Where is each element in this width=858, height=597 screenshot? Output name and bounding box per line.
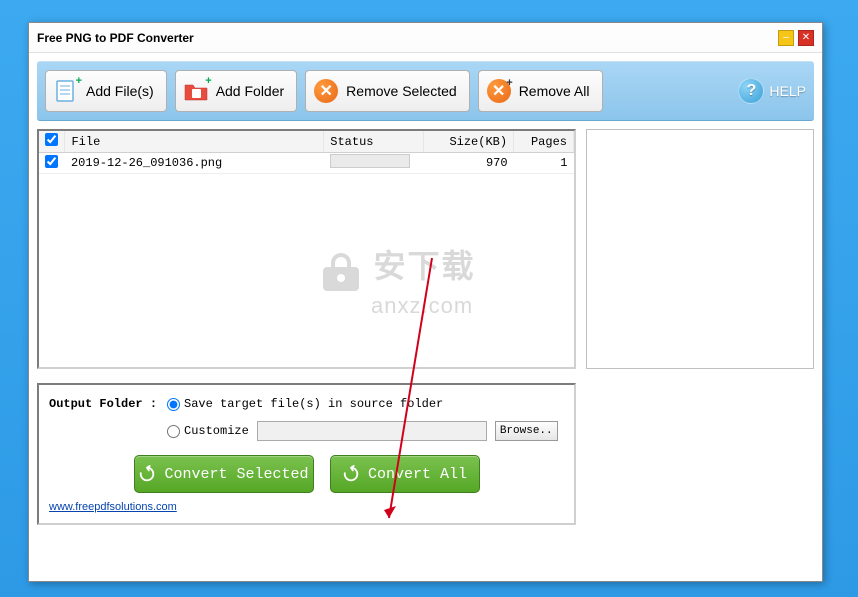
remove-all-icon: ✕+ [485, 77, 513, 105]
browse-button[interactable]: Browse.. [495, 421, 558, 441]
app-window: Free PNG to PDF Converter – ✕ + Add File… [28, 22, 823, 582]
output-folder-label: Output Folder : [49, 397, 159, 411]
file-list: File Status Size(KB) Pages 2019-12-26_09… [37, 129, 576, 369]
radio-customize[interactable]: Customize [167, 424, 249, 438]
watermark-text-cn: 安下载 [373, 248, 475, 284]
minimize-button[interactable]: – [778, 30, 794, 46]
cell-file: 2019-12-26_091036.png [65, 153, 324, 174]
remove-icon: ✕ [312, 77, 340, 105]
help-label: HELP [769, 83, 806, 99]
remove-all-button[interactable]: ✕+ Remove All [478, 70, 603, 112]
preview-panel [586, 129, 814, 369]
progress-bar [330, 154, 410, 168]
help-button[interactable]: ? HELP [738, 78, 806, 104]
header-size[interactable]: Size(KB) [424, 131, 514, 153]
website-link[interactable]: www.freepdfsolutions.com [49, 501, 177, 513]
convert-selected-label: Convert Selected [164, 466, 308, 483]
remove-all-label: Remove All [519, 83, 590, 99]
add-folder-button[interactable]: + Add Folder [175, 70, 297, 112]
window-title: Free PNG to PDF Converter [37, 31, 774, 45]
row-checkbox[interactable] [45, 155, 58, 168]
convert-all-label: Convert All [368, 466, 467, 483]
titlebar: Free PNG to PDF Converter – ✕ [29, 23, 822, 53]
add-files-label: Add File(s) [86, 83, 154, 99]
content-area: File Status Size(KB) Pages 2019-12-26_09… [29, 129, 822, 525]
remove-selected-button[interactable]: ✕ Remove Selected [305, 70, 470, 112]
convert-all-button[interactable]: Convert All [330, 455, 480, 493]
header-checkbox[interactable] [39, 131, 65, 153]
header-file[interactable]: File [65, 131, 324, 153]
watermark: 安下载 anxz.com [319, 241, 549, 319]
folder-icon: + [182, 77, 210, 105]
header-pages[interactable]: Pages [514, 131, 574, 153]
close-button[interactable]: ✕ [798, 30, 814, 46]
left-panel: File Status Size(KB) Pages 2019-12-26_09… [37, 129, 576, 525]
toolbar: + Add File(s) + Add Folder ✕ Remove Sele… [37, 61, 814, 121]
cell-status [324, 153, 424, 174]
plus-icon: + [205, 75, 211, 87]
custom-path-input[interactable] [257, 421, 487, 441]
radio-source-folder[interactable]: Save target file(s) in source folder [167, 397, 443, 411]
add-files-button[interactable]: + Add File(s) [45, 70, 167, 112]
help-icon: ? [738, 78, 764, 104]
header-status[interactable]: Status [324, 131, 424, 153]
watermark-icon [319, 251, 363, 295]
refresh-icon [138, 465, 156, 483]
output-panel: Output Folder : Save target file(s) in s… [37, 383, 576, 525]
watermark-text-en: anxz.com [371, 293, 549, 319]
file-icon: + [52, 77, 80, 105]
refresh-icon [342, 465, 360, 483]
cell-size: 970 [424, 153, 514, 174]
add-folder-label: Add Folder [216, 83, 284, 99]
table-row[interactable]: 2019-12-26_091036.png 970 1 [39, 153, 574, 174]
plus-icon: + [76, 75, 82, 87]
radio-source-label: Save target file(s) in source folder [184, 397, 443, 411]
convert-selected-button[interactable]: Convert Selected [134, 455, 314, 493]
remove-selected-label: Remove Selected [346, 83, 457, 99]
cell-pages: 1 [514, 153, 574, 174]
radio-customize-label: Customize [184, 424, 249, 438]
